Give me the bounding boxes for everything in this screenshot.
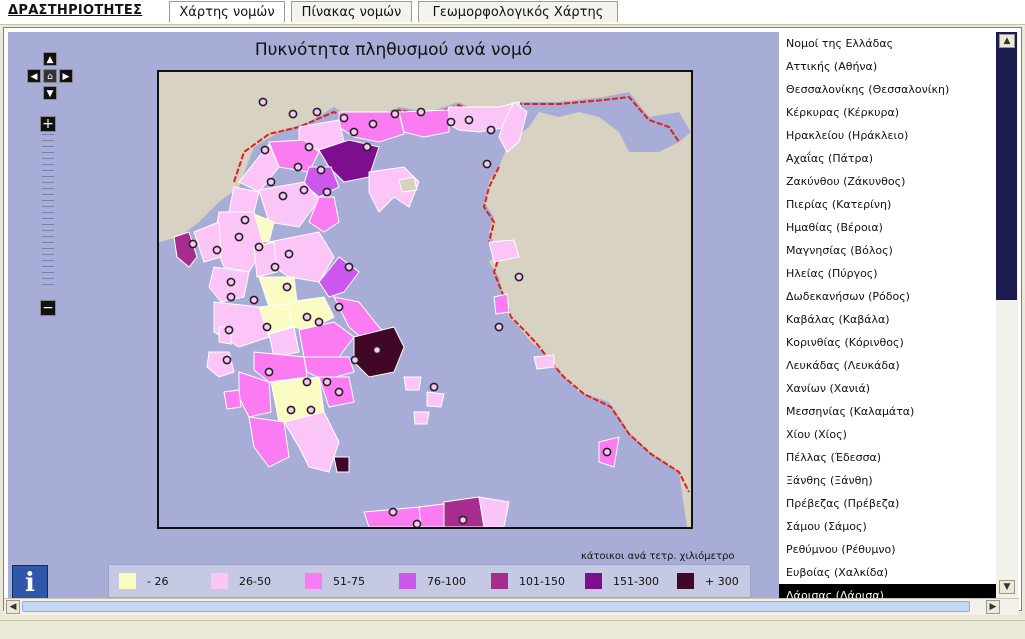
- activities-menu[interactable]: ΔΡΑΣΤΗΡΙΟΤΗΤΕΣ: [8, 3, 142, 18]
- list-item[interactable]: Κορινθίας (Κόρινθος): [779, 331, 996, 354]
- legend-swatch: [585, 573, 602, 589]
- tab-prefecture-map[interactable]: Χάρτης νομών: [169, 1, 285, 22]
- legend-label: - 26: [147, 575, 169, 588]
- scroll-down-arrow-icon[interactable]: ▼: [999, 580, 1015, 594]
- region-kastoria: [228, 186, 260, 213]
- legend-label: 101-150: [519, 575, 565, 588]
- list-item[interactable]: Καβάλας (Καβάλα): [779, 308, 996, 331]
- horizontal-scrollbar[interactable]: ◀ ▶: [4, 598, 1019, 615]
- pan-control: ▲ ◀ ⌂ ▶ ▼: [24, 52, 76, 104]
- list-item[interactable]: Ηρακλείου (Ηράκλειο): [779, 124, 996, 147]
- pan-right-icon[interactable]: ▶: [59, 69, 73, 83]
- region-crete-lasithi: [478, 496, 510, 527]
- pan-left-icon[interactable]: ◀: [27, 69, 41, 83]
- map-panel[interactable]: Πυκνότητα πληθυσμού ανά νομό ▲ ◀ ⌂ ▶ ▼ +…: [8, 32, 779, 598]
- prefecture-list: Νομοί της Ελλάδας Αττικής (Αθήνα) Θεσσαλον…: [779, 32, 996, 598]
- region-kythira: [333, 456, 350, 473]
- scroll-left-arrow-icon[interactable]: ◀: [6, 600, 20, 614]
- info-button[interactable]: i: [12, 565, 48, 598]
- horizontal-scroll-thumb[interactable]: [22, 601, 970, 612]
- legend: - 26 26-50 51-75 76-100 101-150 151-300 …: [108, 564, 751, 598]
- legend-label: 151-300: [613, 575, 659, 588]
- legend-label: + 300: [705, 575, 739, 588]
- legend-swatch: [491, 573, 508, 589]
- neighbour-land-east: [484, 112, 691, 527]
- list-item[interactable]: Μεσσηνίας (Καλαμάτα): [779, 400, 996, 423]
- region-cyclades-1: [403, 376, 422, 391]
- list-item[interactable]: Ηλείας (Πύργος): [779, 262, 996, 285]
- pan-up-icon[interactable]: ▲: [43, 52, 57, 66]
- status-bar: [0, 620, 1025, 639]
- list-item[interactable]: Ρεθύμνου (Ρέθυμνο): [779, 538, 996, 561]
- region-corfu: [173, 231, 198, 268]
- top-menu-bar: ΔΡΑΣΤΗΡΙΟΤΗΤΕΣ Χάρτης νομών Πίνακας νομώ…: [0, 0, 1025, 25]
- list-item[interactable]: Σάμου (Σάμος): [779, 515, 996, 538]
- vertical-scrollbar[interactable]: ▲ ▼: [996, 32, 1018, 598]
- list-item[interactable]: Χανίων (Χανιά): [779, 377, 996, 400]
- zoom-in-button[interactable]: +: [40, 116, 56, 132]
- list-item[interactable]: Νομοί της Ελλάδας: [779, 32, 996, 55]
- zoom-out-button[interactable]: −: [40, 300, 56, 316]
- region-lakonia: [283, 411, 340, 473]
- list-item[interactable]: Χίου (Χίος): [779, 423, 996, 446]
- legend-label: 26-50: [239, 575, 271, 588]
- list-item[interactable]: Πέλλας (Έδεσσα): [779, 446, 996, 469]
- list-item[interactable]: Αχαΐας (Πάτρα): [779, 147, 996, 170]
- tab-geomorphological-map[interactable]: Γεωμορφολογικός Χάρτης: [418, 1, 618, 22]
- list-item[interactable]: Μαγνησίας (Βόλος): [779, 239, 996, 262]
- greece-map-svg: [159, 72, 691, 527]
- region-messinia: [248, 416, 290, 468]
- list-item[interactable]: Κέρκυρας (Κέρκυρα): [779, 101, 996, 124]
- zoom-slider[interactable]: [42, 134, 54, 290]
- region-achaia: [253, 351, 308, 383]
- list-item[interactable]: Θεσσαλονίκης (Θεσσαλονίκη): [779, 78, 996, 101]
- region-cyclades-2: [426, 391, 445, 408]
- region-larisa: [268, 231, 335, 283]
- legend-swatch: [677, 573, 694, 589]
- legend-label: 51-75: [333, 575, 365, 588]
- vertical-scroll-thumb[interactable]: [996, 32, 1017, 300]
- home-icon[interactable]: ⌂: [43, 69, 57, 83]
- pan-down-icon[interactable]: ▼: [43, 86, 57, 100]
- list-item[interactable]: Λευκάδας (Λευκάδα): [779, 354, 996, 377]
- legend-swatch: [119, 573, 136, 589]
- list-item[interactable]: Λάρισας (Λάρισα): [779, 584, 996, 598]
- region-zakynthos: [223, 389, 242, 410]
- legend-swatch: [399, 573, 416, 589]
- legend-caption: κάτοικοι ανά τετρ. χιλιόμετρο: [581, 551, 735, 562]
- tab-prefecture-table[interactable]: Πίνακας νομών: [291, 1, 412, 22]
- greece-map[interactable]: [157, 70, 693, 529]
- region-thasos: [398, 176, 418, 193]
- region-chios: [493, 293, 510, 315]
- list-item[interactable]: Πιερίας (Κατερίνη): [779, 193, 996, 216]
- legend-label: 76-100: [427, 575, 466, 588]
- list-item[interactable]: Πρέβεζας (Πρέβεζα): [779, 492, 996, 515]
- map-title: Πυκνότητα πληθυσμού ανά νομό: [254, 40, 533, 60]
- list-item[interactable]: Ζακύνθου (Ζάκυνθος): [779, 170, 996, 193]
- legend-swatch: [211, 573, 228, 589]
- list-item[interactable]: Αττικής (Αθήνα): [779, 55, 996, 78]
- region-samos: [533, 354, 555, 370]
- region-thesprotia: [193, 221, 222, 263]
- list-item[interactable]: Δωδεκανήσων (Ρόδος): [779, 285, 996, 308]
- scroll-up-arrow-icon[interactable]: ▲: [999, 34, 1015, 48]
- legend-swatch: [305, 573, 322, 589]
- scroll-right-arrow-icon[interactable]: ▶: [986, 600, 1000, 614]
- list-item[interactable]: Ευβοίας (Χαλκίδα): [779, 561, 996, 584]
- region-kefalonia: [206, 351, 235, 378]
- region-cyclades-3: [413, 411, 430, 425]
- list-item[interactable]: Ξάνθης (Ξάνθη): [779, 469, 996, 492]
- list-item[interactable]: Ημαθίας (Βέροια): [779, 216, 996, 239]
- region-crete-rethymno: [418, 503, 445, 527]
